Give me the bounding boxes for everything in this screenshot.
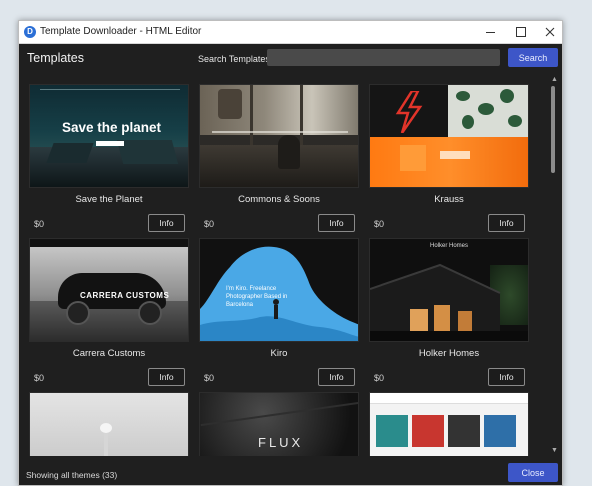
info-button[interactable]: Info	[318, 214, 355, 232]
template-downloader-window: D Template Downloader - HTML Editor Temp…	[18, 20, 563, 486]
template-price: $0	[374, 373, 385, 383]
page-title: Templates	[27, 51, 84, 65]
minimize-button[interactable]	[479, 24, 501, 40]
close-button[interactable]: Close	[508, 463, 558, 482]
status-text: Showing all themes (33)	[26, 470, 118, 480]
lightning-graphic	[395, 91, 423, 133]
template-price: $0	[34, 373, 45, 383]
info-button[interactable]: Info	[148, 368, 185, 386]
window-title: Template Downloader - HTML Editor	[40, 26, 202, 37]
house-graphic	[370, 263, 528, 341]
template-thumbnail[interactable]: Holker Homes	[369, 238, 529, 342]
template-name: Krauss	[434, 194, 464, 205]
close-window-button[interactable]	[539, 24, 561, 40]
app-icon: D	[24, 26, 36, 38]
template-price: $0	[374, 219, 385, 229]
maximize-icon	[516, 27, 526, 37]
template-thumbnail[interactable]	[369, 392, 529, 456]
minimize-icon	[485, 31, 495, 33]
template-price: $0	[34, 219, 45, 229]
template-grid: Save the planet Save the Planet $0 Info …	[19, 76, 547, 456]
template-thumbnail[interactable]: CARRERA CUSTOMS	[29, 238, 189, 342]
template-thumbnail[interactable]	[29, 392, 189, 456]
scrollbar-thumb[interactable]	[551, 86, 555, 173]
thumbnail-headline: FLUX	[258, 435, 304, 450]
template-thumbnail[interactable]: Save the planet	[29, 84, 189, 188]
title-bar: D Template Downloader - HTML Editor	[19, 21, 562, 44]
thumbnail-headline: Save the planet	[62, 120, 162, 135]
template-name: Commons & Soons	[238, 194, 320, 205]
template-name: Holker Homes	[418, 348, 480, 359]
template-name: Carrera Customs	[72, 348, 146, 359]
footer: Showing all themes (33) Close	[19, 457, 562, 485]
template-price: $0	[204, 373, 215, 383]
template-price: $0	[204, 219, 215, 229]
close-icon	[545, 27, 555, 37]
info-button[interactable]: Info	[148, 214, 185, 232]
template-thumbnail[interactable]	[199, 84, 359, 188]
template-thumbnail[interactable]: FLUX	[199, 392, 359, 456]
thumbnail-headline: I'm Kiro. Freelance Photographer Based i…	[226, 286, 288, 308]
search-input[interactable]	[267, 49, 500, 66]
template-name: Save the Planet	[75, 194, 143, 205]
scroll-down-icon[interactable]: ▼	[551, 447, 558, 454]
template-name: Kiro	[270, 348, 288, 359]
maximize-button[interactable]	[510, 24, 532, 40]
search-button[interactable]: Search	[508, 48, 558, 67]
vertical-scrollbar[interactable]: ▲ ▼	[550, 76, 558, 456]
thumbnail-headline: CARRERA CUSTOMS	[80, 291, 170, 300]
template-thumbnail[interactable]: I'm Kiro. Freelance Photographer Based i…	[199, 238, 359, 342]
info-button[interactable]: Info	[488, 214, 525, 232]
search-label: Search Templates	[198, 54, 270, 64]
thumbnail-headline: Holker Homes	[430, 243, 469, 249]
info-button[interactable]: Info	[318, 368, 355, 386]
info-button[interactable]: Info	[488, 368, 525, 386]
scroll-up-icon[interactable]: ▲	[551, 76, 558, 83]
template-thumbnail[interactable]	[369, 84, 529, 188]
